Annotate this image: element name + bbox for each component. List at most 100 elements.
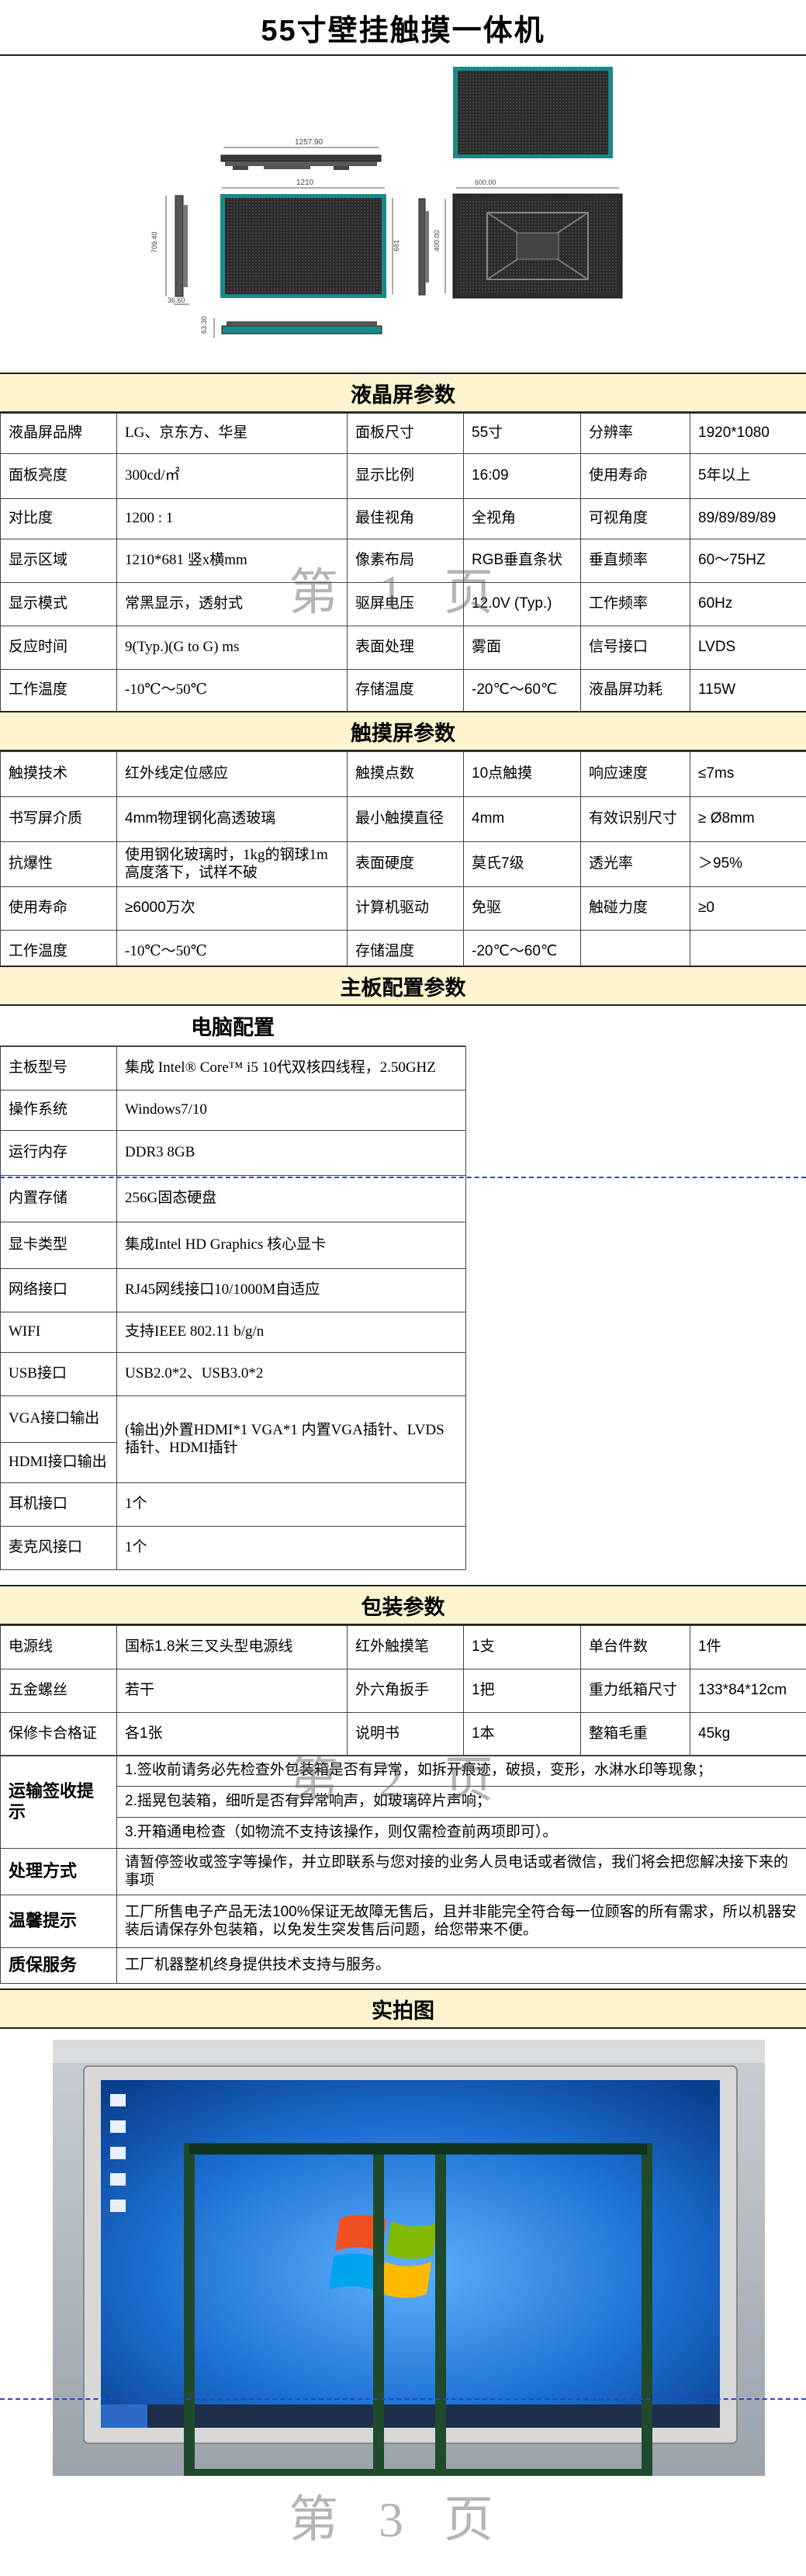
lcd-cell: 60Hz (690, 582, 806, 626)
touch-cell: 有效识别尺寸 (580, 796, 690, 842)
dim-height-inner: 681 (393, 240, 400, 251)
mainboard-label: 显卡类型 (0, 1222, 117, 1269)
package-cell: 单台件数 (580, 1625, 690, 1669)
lcd-cell: 分辨率 (580, 413, 690, 454)
mainboard-row: 主板型号 集成 Intel® Core™ i5 10代双核四线程，2.50GHZ (0, 1046, 466, 1090)
lcd-cell: 最佳视角 (347, 498, 464, 539)
package-param-table: 电源线 国标1.8米三叉头型电源线 红外触摸笔 1支 单台件数 1件 五金螺丝 若干 外六角扳手… (0, 1625, 806, 1756)
mainboard-row: 麦克风接口 1个 (0, 1526, 466, 1570)
page-watermark-2: 第 2 页 (289, 1753, 507, 1808)
mainboard-value: 1个 (116, 1526, 466, 1570)
back-view-drawing: 600.00 400.00 (433, 179, 623, 299)
product-photo (53, 2040, 765, 2476)
mainboard-row: VGA接口输出 (输出)外置HDMI*1 VGA*1 内置VGA插针、LVDS插针… (0, 1395, 466, 1483)
package-cell: 1支 (463, 1625, 581, 1669)
package-cell: 1把 (463, 1669, 581, 1713)
package-cell: 国标1.8米三叉头型电源线 (116, 1625, 348, 1669)
lcd-cell: 面板尺寸 (347, 413, 464, 454)
lcd-cell: 显示区域 (0, 539, 117, 583)
warm-text: 工厂所售电子产品无法100%保证无故障无售后，且并非能完全符合每一位顾客的所有需… (116, 1895, 806, 1948)
mainboard-value: 1个 (116, 1482, 466, 1527)
touch-cell: 免驱 (463, 886, 581, 931)
lcd-cell: -20℃～60℃ (463, 669, 581, 712)
package-cell: 五金螺丝 (0, 1669, 117, 1713)
lcd-cell: 5年以上 (690, 453, 806, 499)
mainboard-label: HDMI接口输出 (0, 1442, 117, 1483)
lcd-cell: 9(Typ.)(G to G) ms (116, 626, 348, 670)
lcd-cell: 液晶屏功耗 (580, 669, 690, 712)
lcd-section-heading: 液晶屏参数 (0, 373, 806, 413)
mainboard-row: 网络接口 RJ45网线接口10/1000M自适应 (0, 1268, 466, 1312)
touch-cell: 莫氏7级 (463, 841, 581, 887)
lcd-row: 对比度 1200 : 1 最佳视角 全视角 可视角度 89/89/89/89 (0, 498, 806, 539)
top-view-drawing: 1257.90 (220, 138, 382, 170)
lcd-row: 液晶屏品牌 LG、京东方、华星 面板尺寸 55寸 分辨率 1920*1080 (0, 413, 806, 454)
mainboard-label: 运行内存 (0, 1130, 117, 1176)
dim-width-total: 1257.90 (295, 138, 323, 147)
touch-cell: ≥ Ø8mm (690, 796, 806, 842)
lcd-cell: 表面处理 (347, 626, 464, 670)
touch-row: 使用寿命 ≥6000万次 计算机驱动 免驱 触碰力度 ≥0 (0, 886, 806, 931)
service-label: 质保服务 (0, 1947, 117, 1984)
lcd-cell: 60～75HZ (690, 539, 806, 583)
warm-label: 温馨提示 (0, 1895, 117, 1948)
lcd-cell: LG、京东方、华星 (116, 413, 348, 454)
lcd-cell: -10℃～50℃ (116, 669, 348, 712)
touch-section-heading: 触摸屏参数 (0, 711, 806, 751)
front-perspective-drawing (453, 67, 613, 158)
mainboard-value: USB2.0*2、USB3.0*2 (116, 1352, 466, 1396)
mainboard-label: 麦克风接口 (0, 1526, 117, 1570)
handle-text: 请暂停签收或签字等操作，并立即联系与您对接的业务人员电话或者微信，我们将会把您解… (116, 1848, 806, 1895)
lcd-cell: 16:09 (463, 453, 581, 499)
mainboard-label: 耳机接口 (0, 1482, 117, 1527)
lcd-row: 反应时间 9(Typ.)(G to G) ms 表面处理 雾面 信号接口 LVDS (0, 626, 806, 670)
touch-row: 抗爆性 使用钢化玻璃时，1kg的钢球1m高度落下，试样不破 表面硬度 莫氏7级 透光率＞… (0, 841, 806, 887)
touch-cell: 触摸技术 (0, 751, 117, 797)
package-cell: 电源线 (0, 1625, 117, 1669)
touch-cell: 使用钢化玻璃时，1kg的钢球1m高度落下，试样不破 (116, 841, 348, 887)
lcd-cell: 反应时间 (0, 626, 117, 670)
mainboard-row: USB接口 USB2.0*2、USB3.0*2 (0, 1352, 466, 1396)
touch-param-table: 触摸技术 红外线定位感应 触摸点数 10点触摸 响应速度 ≤7ms 书写屏介质 4mm物理钢化… (0, 751, 806, 974)
package-row: 电源线 国标1.8米三叉头型电源线 红外触摸笔 1支 单台件数 1件 (0, 1625, 806, 1669)
package-cell: 若干 (116, 1669, 348, 1713)
package-row: 五金螺丝 若干 外六角扳手 1把 重力纸箱尺寸 133*84*12cm (0, 1669, 806, 1713)
lcd-row: 面板亮度 300cd/㎡ 显示比例 16:09 使用寿命 5年以上 (0, 453, 806, 499)
service-text: 工厂机器整机终身提供技术支持与服务。 (116, 1947, 806, 1984)
touch-cell: 计算机驱动 (347, 886, 464, 931)
page-break-line-2 (0, 2398, 806, 2400)
spec-sheet-page: 55寸壁挂触摸一体机 1257.90 709.40 36.60 1210 681… (0, 0, 806, 2576)
mainboard-label: VGA接口输出 (0, 1395, 117, 1443)
touch-cell: 书写屏介质 (0, 796, 117, 842)
photo-section-heading: 实拍图 (0, 1988, 806, 2029)
mainboard-row: 内置存储 256G固态硬盘 (0, 1175, 466, 1222)
page-watermark-3: 第 3 页 (289, 2492, 507, 2547)
touch-cell: 最小触摸直径 (347, 796, 464, 842)
lcd-cell: 可视角度 (580, 498, 690, 539)
lcd-cell: 显示比例 (347, 453, 464, 499)
touch-row: 触摸技术 红外线定位感应 触摸点数 10点触摸 响应速度 ≤7ms (0, 751, 806, 797)
lcd-cell: 300cd/㎡ (116, 453, 348, 499)
lcd-cell: 显示模式 (0, 582, 117, 626)
lcd-cell: 115W (690, 669, 806, 712)
lcd-cell: 存储温度 (347, 669, 464, 712)
bottom-view-drawing: 63.30 (200, 316, 382, 338)
lcd-cell: 工作频率 (580, 582, 690, 626)
lcd-row: 工作温度 -10℃～50℃ 存储温度 -20℃～60℃ 液晶屏功耗 115W (0, 669, 806, 712)
mainboard-section-heading: 主板配置参数 (0, 966, 806, 1006)
dim-height-total: 709.40 (150, 231, 158, 253)
package-cell: 1件 (690, 1625, 806, 1669)
lcd-cell: 89/89/89/89 (690, 498, 806, 539)
page-title: 55寸壁挂触摸一体机 (0, 0, 806, 56)
page-watermark-1: 第 1 页 (289, 565, 507, 620)
touch-cell: 红外线定位感应 (116, 751, 348, 797)
computer-config-table: 主板型号 集成 Intel® Core™ i5 10代双核四线程，2.50GHZ 操… (0, 1046, 466, 1570)
package-cell: 45kg (690, 1712, 806, 1756)
touch-cell: ≥6000万次 (116, 886, 348, 931)
touch-cell: ≥0 (690, 886, 806, 931)
mainboard-label: 操作系统 (0, 1090, 117, 1131)
mainboard-value: 集成 Intel® Core™ i5 10代双核四线程，2.50GHZ (116, 1046, 466, 1090)
computer-config-heading: 电脑配置 (0, 1006, 465, 1046)
dim-bottom-depth: 63.30 (200, 316, 208, 334)
touch-cell: 10点触摸 (463, 751, 581, 797)
